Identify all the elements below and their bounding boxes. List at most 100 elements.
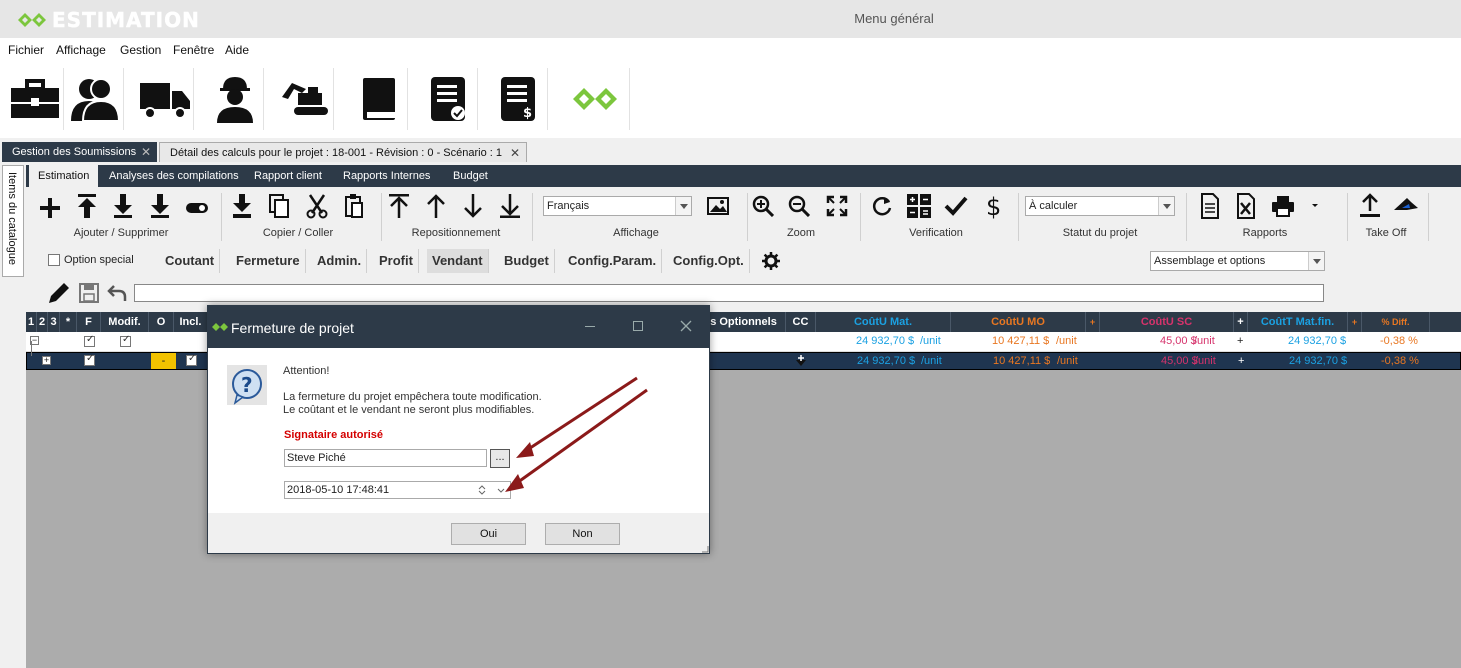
col-header-cc[interactable]: CC xyxy=(786,312,816,332)
delete-button[interactable] xyxy=(184,195,210,221)
refresh-button[interactable] xyxy=(869,193,895,219)
excel-button[interactable] xyxy=(1233,193,1259,219)
view-tab-vendant[interactable]: Vendant xyxy=(427,249,489,273)
insert-above-button[interactable] xyxy=(74,193,100,219)
equipment-button[interactable] xyxy=(276,68,334,130)
view-tab-config-opt[interactable]: Config.Opt. xyxy=(668,249,750,273)
edit-button[interactable] xyxy=(46,280,72,306)
suppliers-button[interactable] xyxy=(136,68,194,130)
status-select[interactable]: À calculer xyxy=(1025,196,1175,216)
tab-estimation[interactable]: Estimation xyxy=(29,165,99,187)
undo-button[interactable] xyxy=(104,280,130,306)
view-tab-coutant[interactable]: Coutant xyxy=(160,249,221,273)
col-header-sc[interactable]: CoûtU SC xyxy=(1100,312,1234,332)
formula-input[interactable] xyxy=(134,284,1324,302)
col-header-diff[interactable]: % Diff. xyxy=(1362,312,1430,332)
cut-button[interactable] xyxy=(304,193,330,219)
clients-button[interactable] xyxy=(66,68,124,130)
col-header-incl[interactable]: Incl. xyxy=(174,312,208,332)
upload-button[interactable] xyxy=(1357,193,1383,219)
close-icon[interactable]: ✕ xyxy=(510,143,520,163)
cc-add-icon[interactable] xyxy=(795,354,807,367)
side-tab-catalogue[interactable]: Items du catalogue xyxy=(2,165,24,277)
assembly-select[interactable]: Assemblage et options xyxy=(1150,251,1325,271)
close-icon[interactable] xyxy=(680,320,692,332)
tab-budget[interactable]: Budget xyxy=(444,165,497,187)
col-header-mo[interactable]: CoûtU MO xyxy=(951,312,1086,332)
expand-toggle[interactable]: + xyxy=(42,356,51,365)
col-header-mat[interactable]: CoûtU Mat. xyxy=(816,312,951,332)
checkbox-f[interactable] xyxy=(84,353,95,366)
col-header-3[interactable]: 3 xyxy=(48,312,60,332)
price-button[interactable]: $ xyxy=(981,193,1007,219)
col-header-plus-3[interactable]: + xyxy=(1348,312,1362,332)
move-top-button[interactable] xyxy=(386,193,412,219)
checkbox-incl[interactable] xyxy=(186,353,197,366)
insert-child-button[interactable] xyxy=(147,193,173,219)
col-header-star[interactable]: * xyxy=(60,312,77,332)
view-tab-fermeture[interactable]: Fermeture xyxy=(231,249,306,273)
view-tab-profit[interactable]: Profit xyxy=(374,249,419,273)
print-button[interactable] xyxy=(1270,193,1296,219)
resize-grip-icon[interactable] xyxy=(701,545,709,553)
report-button[interactable] xyxy=(1197,193,1223,219)
invoice-button[interactable]: $ xyxy=(490,68,548,130)
tab-gestion-soumissions[interactable]: Gestion des Soumissions ✕ xyxy=(2,142,157,162)
paste-button[interactable] xyxy=(341,193,367,219)
cell-o[interactable]: - xyxy=(151,353,176,369)
tab-rapport-client[interactable]: Rapport client xyxy=(245,165,331,187)
checkbox-box[interactable] xyxy=(48,254,60,266)
datetime-input[interactable]: 2018-05-10 17:48:41 xyxy=(284,481,511,499)
tab-detail-calculs[interactable]: Détail des calculs pour le projet : 18-0… xyxy=(159,142,527,162)
tab-rapports-internes[interactable]: Rapports Internes xyxy=(334,165,439,187)
col-header-2[interactable]: 2 xyxy=(37,312,48,332)
calculator-button[interactable] xyxy=(906,193,932,219)
menu-fenetre[interactable]: Fenêtre xyxy=(173,43,214,57)
checkbox-modif[interactable] xyxy=(120,334,131,347)
move-bottom-button[interactable] xyxy=(497,193,523,219)
col-header-optionnels[interactable]: s Optionnels xyxy=(702,312,786,332)
view-tab-budget[interactable]: Budget xyxy=(499,249,555,273)
checkbox-f[interactable] xyxy=(84,334,95,347)
signatory-input[interactable]: Steve Piché xyxy=(284,449,487,467)
maximize-icon[interactable] xyxy=(633,321,643,331)
no-button[interactable]: Non xyxy=(545,523,620,545)
add-button[interactable] xyxy=(37,195,63,221)
view-tab-config-param[interactable]: Config.Param. xyxy=(563,249,663,273)
catalog-button[interactable] xyxy=(350,68,408,130)
col-header-1[interactable]: 1 xyxy=(26,312,37,332)
settings-button[interactable] xyxy=(758,249,784,273)
insert-below-button[interactable] xyxy=(110,193,136,219)
briefcase-button[interactable] xyxy=(6,68,64,130)
col-header-plus-2[interactable]: + xyxy=(1234,312,1248,332)
col-header-f[interactable]: F xyxy=(77,312,101,332)
image-button[interactable] xyxy=(705,193,731,219)
language-select[interactable]: Français xyxy=(543,196,692,216)
paste-down-button[interactable] xyxy=(229,193,255,219)
col-header-o[interactable]: O xyxy=(149,312,174,332)
option-special-checkbox[interactable]: Option special xyxy=(48,254,134,266)
tab-analyses[interactable]: Analyses des compilations xyxy=(100,165,248,187)
zoom-out-button[interactable] xyxy=(786,193,812,219)
col-header-modif[interactable]: Modif. xyxy=(101,312,149,332)
estimation-home-button[interactable] xyxy=(562,68,630,130)
takeoff-button[interactable] xyxy=(1393,193,1419,219)
copy-button[interactable] xyxy=(266,193,292,219)
view-tab-admin[interactable]: Admin. xyxy=(312,249,368,273)
minimize-icon[interactable] xyxy=(585,326,595,327)
col-header-matfin[interactable]: CoûtT Mat.fin. xyxy=(1248,312,1348,332)
move-down-button[interactable] xyxy=(460,193,486,219)
menu-gestion[interactable]: Gestion xyxy=(120,43,161,57)
move-up-button[interactable] xyxy=(423,193,449,219)
menu-aide[interactable]: Aide xyxy=(225,43,249,57)
spinner-icon[interactable] xyxy=(478,484,486,496)
zoom-fit-button[interactable] xyxy=(824,193,850,219)
workers-button[interactable] xyxy=(206,68,264,130)
close-icon[interactable]: ✕ xyxy=(141,142,151,162)
save-button[interactable] xyxy=(76,280,102,306)
menu-affichage[interactable]: Affichage xyxy=(56,43,106,57)
print-options-button[interactable] xyxy=(1308,193,1322,219)
yes-button[interactable]: Oui xyxy=(451,523,526,545)
col-header-plus-1[interactable]: + xyxy=(1086,312,1100,332)
validate-button[interactable] xyxy=(943,193,969,219)
